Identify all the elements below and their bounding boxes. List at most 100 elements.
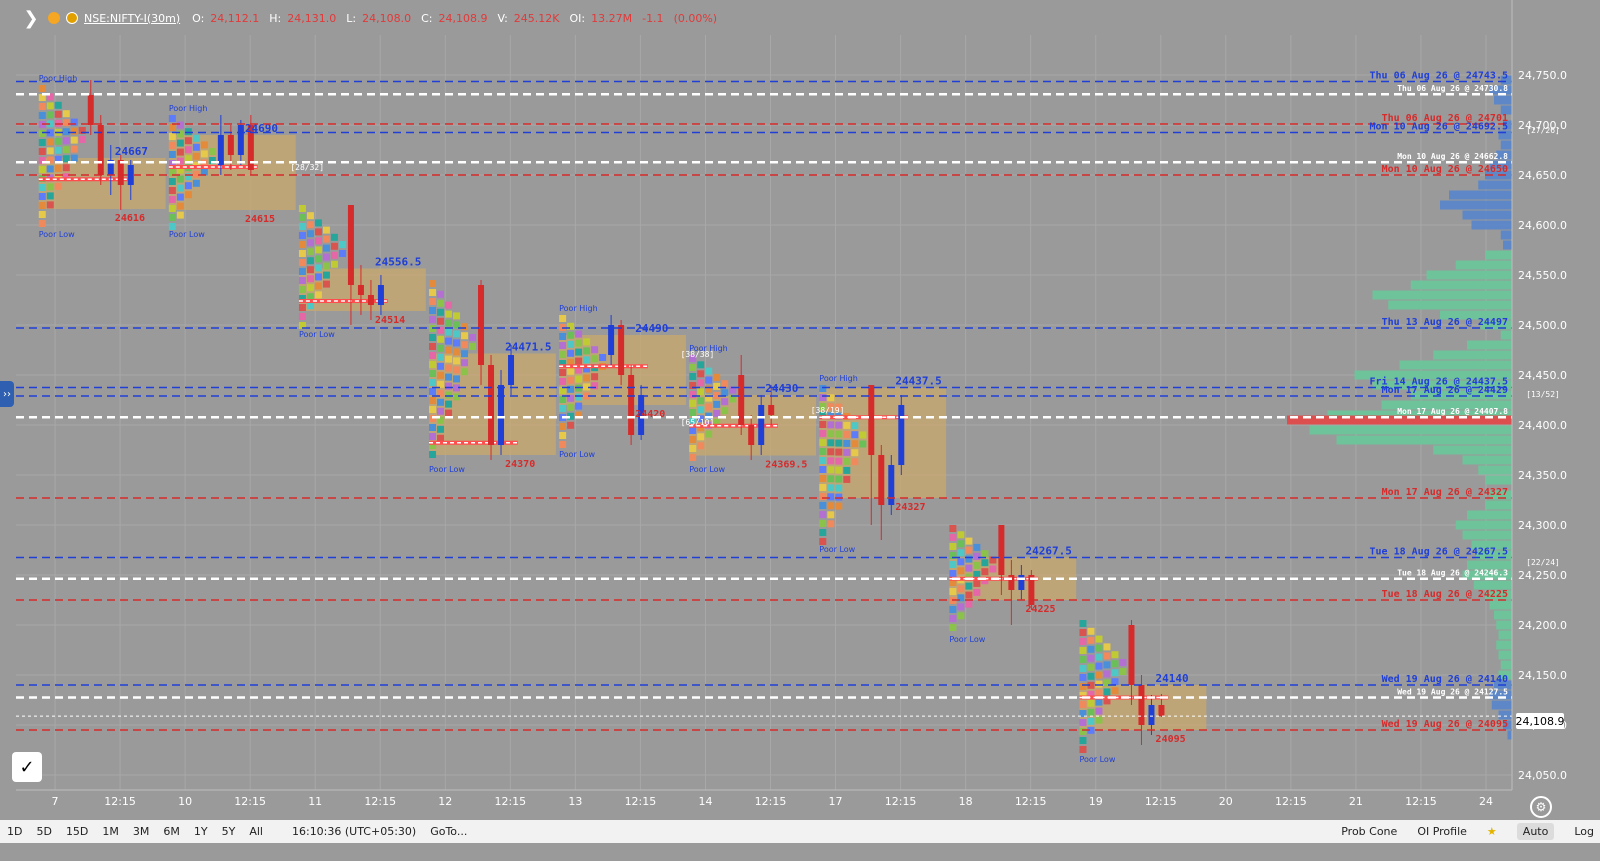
timeframe-5d[interactable]: 5D [29,825,58,838]
candle-body [1148,705,1155,725]
tpo-letter-cell [445,337,453,345]
x-tick-label: 7 [52,795,59,808]
tpo-letter-cell [461,323,469,331]
auto-scale-button[interactable]: Auto [1516,823,1555,840]
tpo-letter-cell [1095,698,1103,706]
tpo-letter-cell [1103,643,1111,651]
goto-button[interactable]: GoTo... [430,825,467,838]
tpo-letter-cell [298,313,306,320]
prob-cone-button[interactable]: Prob Cone [1341,825,1397,838]
side-panel-toggle-icon[interactable]: ›› [0,381,14,407]
tpo-count-label: [65/10] [681,418,715,427]
tpo-letter-cell [429,370,437,377]
tpo-letter-cell [429,361,437,368]
tpo-letter-cell [306,221,314,229]
tpo-letter-cell [1103,661,1111,669]
tpo-letter-cell [314,264,322,272]
tpo-letter-cell [445,391,453,399]
tpo-letter-cell [322,280,330,288]
tpo-letter-cell [38,130,46,137]
volume-profile-bar [1309,425,1512,435]
tpo-letter-cell [827,439,835,447]
x-tick-label: 12:15 [755,795,787,808]
oi-profile-button[interactable]: OI Profile [1417,825,1467,838]
tpo-letter-cell [1111,651,1119,659]
chart-area[interactable]: 24667 24616 24690 24615 24556.5 24514 24471.5 2… [0,0,1600,861]
timeframe-3m[interactable]: 3M [126,825,157,838]
volume-profile-bar [1500,330,1512,340]
tpo-letter-cell [445,319,453,327]
y-tick-label: 24,300.0 [1518,519,1567,532]
poor-extreme-label: Poor Low [429,465,465,474]
tpo-letter-cell [575,348,583,356]
tpo-letter-cell [429,307,437,314]
tpo-letter-cell [453,339,461,347]
tpo-letter-cell [689,364,697,371]
tpo-letter-cell [445,328,453,336]
tpo-letter-cell [298,259,306,266]
y-tick-label: 24,200.0 [1518,619,1567,632]
tpo-letter-cell [827,430,835,438]
tpo-letter-cell [713,373,721,381]
tpo-letter-cell [445,373,453,381]
tpo-letter-cell [429,316,437,323]
candle-body [488,365,495,445]
market-profile-chart[interactable]: 24667 24616 24690 24615 24556.5 24514 24471.5 2… [0,0,1600,861]
timeframe-15d[interactable]: 15D [59,825,95,838]
symbol-name[interactable]: NSE:NIFTY-I(30m) [84,12,180,25]
tpo-letter-cell [176,121,184,129]
volume-profile-bar [1494,95,1512,105]
volume-label: V: [497,11,508,25]
star-icon[interactable]: ★ [1487,825,1497,838]
tpo-letter-cell [583,356,591,364]
candle-body [758,405,765,445]
tpo-letter-cell [721,407,729,415]
candle-body [628,375,635,435]
tpo-letter-cell [957,549,965,557]
tpo-letter-cell [1111,669,1119,677]
tpo-letter-cell [835,430,843,438]
tpo-letter-cell [713,409,721,417]
tpo-letter-cell [38,184,46,191]
timeframe-1d[interactable]: 1D [0,825,29,838]
low-label: L: [346,11,357,25]
tpo-letter-cell [965,555,973,563]
timeframe-all[interactable]: All [242,825,270,838]
close-value: 24,108.9 [438,11,488,25]
tpo-letter-cell [54,110,62,118]
tpo-letter-cell [835,457,843,465]
poor-extreme-label: Poor High [819,374,858,383]
tpo-letter-cell [314,255,322,263]
tpo-letter-cell [38,112,46,119]
tpo-letter-cell [176,202,184,210]
chevron-right-icon[interactable]: ❯ [20,7,42,29]
timeframe-1m[interactable]: 1M [95,825,126,838]
gear-icon[interactable]: ⚙ [1530,796,1552,818]
tpo-letter-cell [46,138,54,146]
level-line-label: Wed 19 Aug 26 @ 24095 [1382,719,1508,730]
timeframe-1y[interactable]: 1Y [187,825,215,838]
timeframe-6m[interactable]: 6M [156,825,187,838]
y-tick-label: 24,250.0 [1518,569,1567,582]
tpo-letter-cell [429,298,437,305]
tpo-letter-cell [559,423,567,430]
tpo-letter-cell [429,343,437,350]
level-line-label: Mon 17 Aug 26 @ 24407.8 [1397,407,1508,416]
tpo-letter-cell [1079,620,1087,627]
tpo-letter-cell [338,250,346,257]
tpo-letter-cell [54,137,62,145]
volume-profile-bar [1498,650,1512,660]
tpo-letter-cell [429,433,437,440]
log-scale-button[interactable]: Log [1574,825,1594,838]
tpo-letter-cell [819,529,827,536]
tpo-letter-cell [298,223,306,230]
open-label: O: [192,11,205,25]
volume-profile-bar [1494,610,1512,620]
tpo-letter-cell [957,603,965,611]
timeframe-5y[interactable]: 5Y [215,825,243,838]
tpo-letter-cell [1087,699,1095,707]
tpo-letter-cell [835,502,843,510]
tpo-letter-cell [575,330,583,338]
tpo-letter-cell [567,367,575,375]
symbol-logo-icon [66,12,78,24]
